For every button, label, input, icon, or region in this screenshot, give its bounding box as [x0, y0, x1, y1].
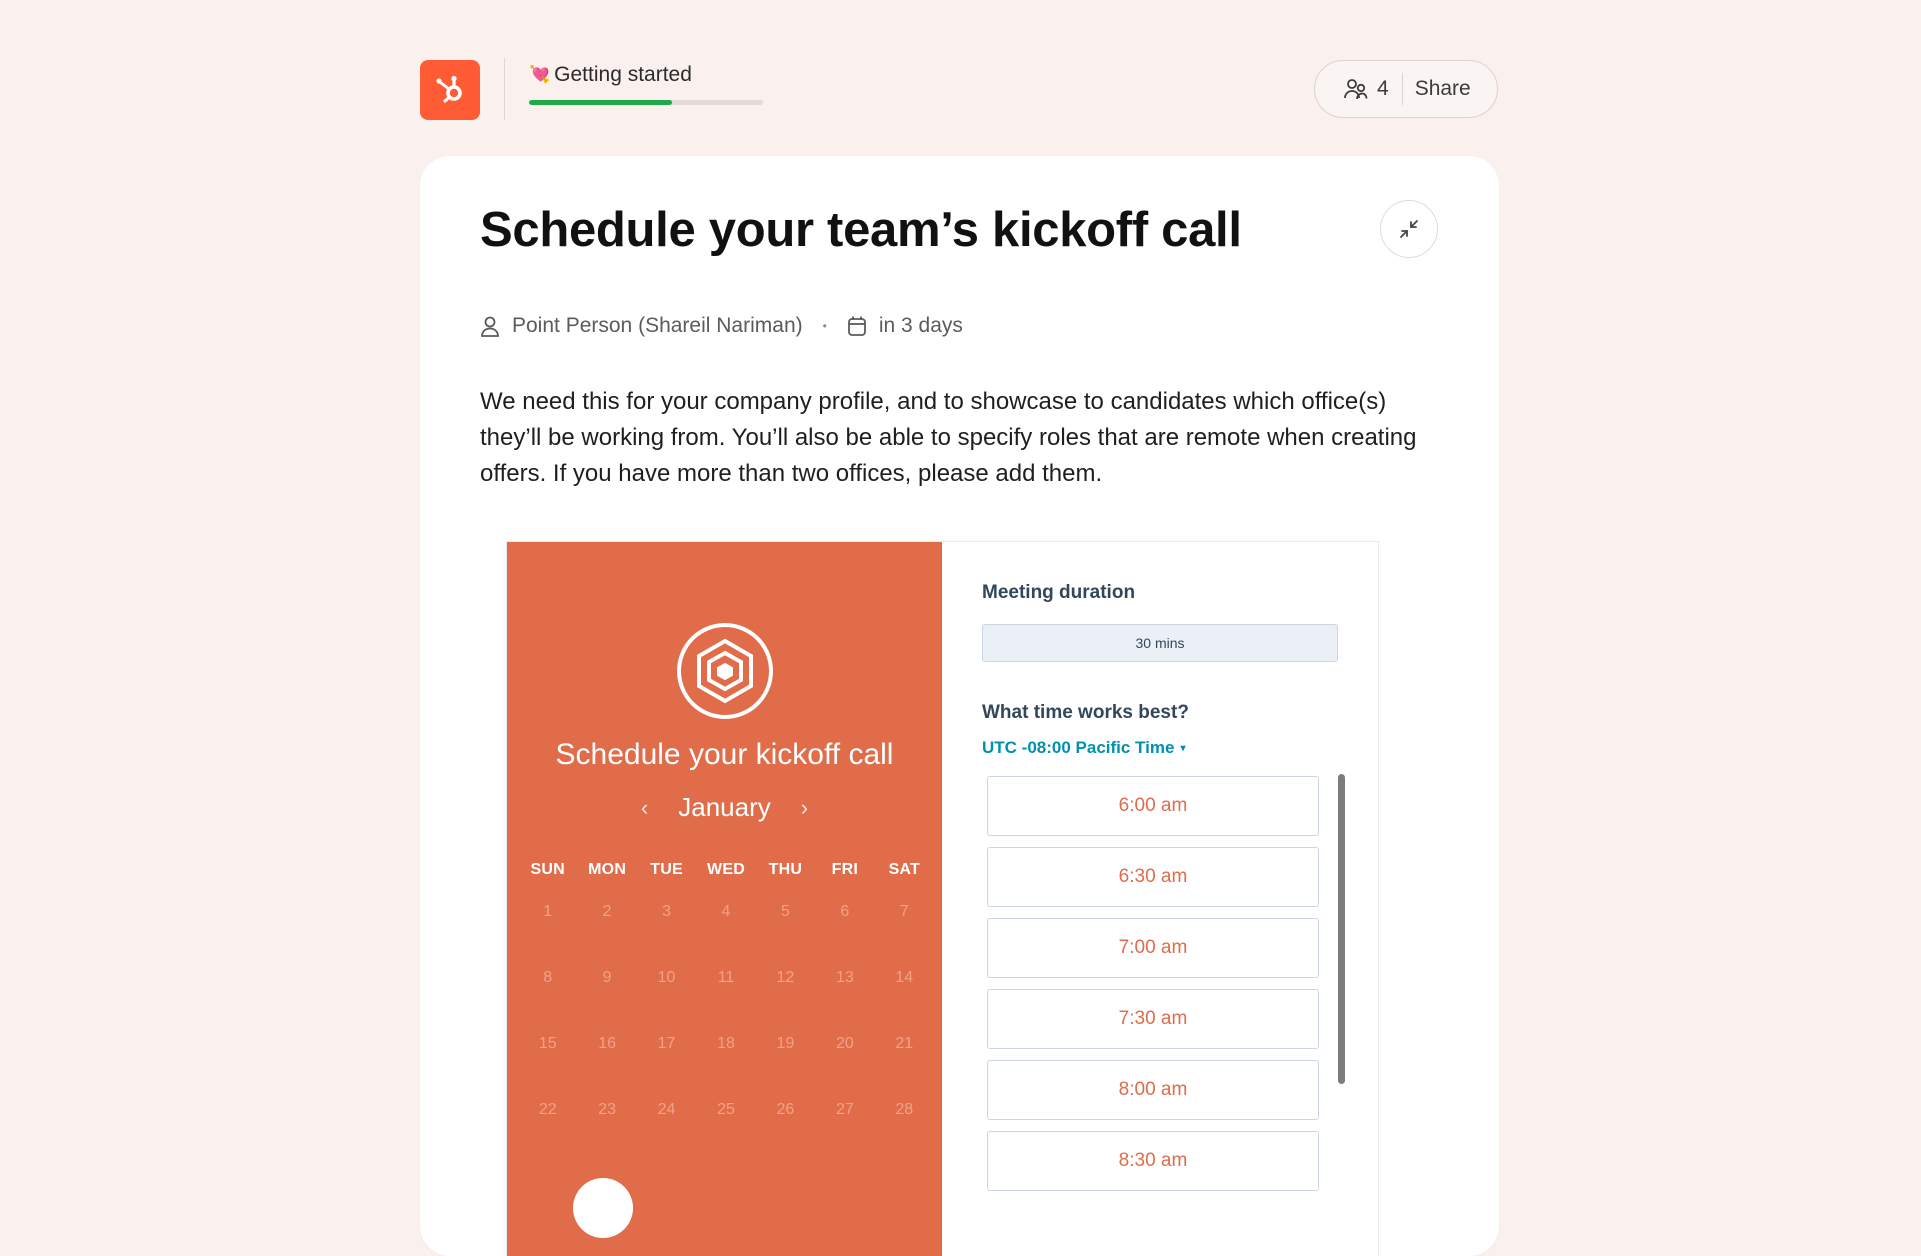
getting-started-label: Getting started [554, 63, 692, 86]
meeting-duration-label: Meeting duration [982, 582, 1136, 603]
time-slot-button[interactable]: 7:00 am [987, 918, 1319, 978]
person-icon [481, 316, 499, 337]
calendar-week: 22 23 24 25 26 27 28 [518, 1077, 934, 1143]
calendar-day[interactable]: 17 [637, 1035, 696, 1053]
calendar-day[interactable]: 20 [815, 1035, 874, 1053]
due-date[interactable]: in 3 days [879, 314, 963, 338]
calendar-day[interactable]: 12 [756, 969, 815, 987]
slots-scrollbar[interactable] [1338, 774, 1345, 1084]
calendar-day[interactable]: 2 [577, 903, 636, 921]
calendar-day[interactable]: 21 [875, 1035, 934, 1053]
calendar-day[interactable]: 16 [577, 1035, 636, 1053]
pill-divider [1401, 73, 1403, 105]
calendar-week: 8 9 10 11 12 13 14 [518, 945, 934, 1011]
calendar-day[interactable]: 5 [756, 903, 815, 921]
scheduler-options-panel: Meeting duration 30 mins What time works… [942, 542, 1378, 1256]
calendar-icon [847, 316, 866, 336]
calendar-day[interactable]: 24 [637, 1101, 696, 1119]
calendar-day[interactable]: 9 [577, 969, 636, 987]
scheduler-embed: Schedule your kickoff call ‹ January › S… [507, 542, 1378, 1256]
dow-fri: FRI [831, 861, 859, 878]
header-divider [504, 58, 505, 120]
calendar-day[interactable]: 27 [815, 1101, 874, 1119]
calendar-grid: SUN MON TUE WED THU FRI SAT 1 2 3 4 5 6 … [518, 861, 934, 1143]
scheduler-title: Schedule your kickoff call [555, 738, 894, 771]
calendar-day[interactable]: 18 [696, 1035, 755, 1053]
calendar-day[interactable]: 6 [815, 903, 874, 921]
dow-sun: SUN [530, 861, 565, 878]
timezone-label: UTC -08:00 Pacific Time [982, 738, 1175, 757]
task-title: Schedule your team’s kickoff call [480, 203, 1242, 257]
time-slot-button[interactable]: 8:00 am [987, 1060, 1319, 1120]
getting-started[interactable]: 💘 Getting started [529, 62, 763, 105]
selected-day-indicator[interactable] [573, 1178, 633, 1238]
members-button[interactable]: 4 [1315, 77, 1389, 101]
company-hexagon-icon [677, 623, 773, 719]
dow-mon: MON [588, 861, 627, 878]
progress-bar [529, 100, 763, 105]
collapse-icon [1400, 220, 1418, 238]
time-slot-button[interactable]: 6:00 am [987, 776, 1319, 836]
calendar-day[interactable]: 14 [875, 969, 934, 987]
progress-fill [529, 100, 672, 105]
duration-option[interactable]: 30 mins [982, 624, 1338, 662]
calendar-week: 1 2 3 4 5 6 7 [518, 879, 934, 945]
task-card: Schedule your team’s kickoff call Point … [420, 156, 1499, 1256]
task-description: We need this for your company profile, a… [480, 388, 1417, 487]
calendar-day[interactable]: 7 [875, 903, 934, 921]
calendar-day[interactable]: 22 [518, 1101, 577, 1119]
next-month-icon[interactable]: › [801, 795, 808, 821]
hubspot-logo[interactable] [420, 60, 480, 120]
time-slot-list: 6:00 am 6:30 am 7:00 am 7:30 am 8:00 am … [987, 776, 1319, 1202]
collapse-button[interactable] [1380, 200, 1438, 258]
users-icon [1344, 79, 1368, 100]
timezone-selector[interactable]: UTC -08:00 Pacific Time ▾ [982, 738, 1185, 758]
day-of-week-header: SUN MON TUE WED THU FRI SAT [518, 861, 934, 879]
dow-thu: THU [768, 861, 803, 878]
calendar-day[interactable]: 4 [696, 903, 755, 921]
dow-sat: SAT [888, 861, 920, 878]
time-slot-button[interactable]: 8:30 am [987, 1131, 1319, 1191]
calendar-day[interactable]: 11 [696, 969, 755, 987]
calendar-day[interactable]: 3 [637, 903, 696, 921]
calendar-day[interactable]: 8 [518, 969, 577, 987]
caret-down-icon: ▾ [1180, 742, 1186, 754]
scheduler-calendar-panel: Schedule your kickoff call ‹ January › S… [507, 542, 942, 1256]
calendar-day[interactable]: 10 [637, 969, 696, 987]
month-navigator: ‹ January › [507, 792, 942, 823]
calendar-day[interactable]: 1 [518, 903, 577, 921]
heart-arrow-icon: 💘 [529, 65, 551, 84]
calendar-day[interactable]: 13 [815, 969, 874, 987]
calendar-day[interactable]: 23 [577, 1101, 636, 1119]
time-slot-button[interactable]: 7:30 am [987, 989, 1319, 1049]
members-count: 4 [1377, 77, 1389, 100]
task-meta: Point Person (Shareil Nariman) • in 3 da… [480, 312, 963, 340]
calendar-day[interactable]: 25 [696, 1101, 755, 1119]
calendar-day[interactable]: 28 [875, 1101, 934, 1119]
share-button[interactable]: Share [1415, 77, 1471, 101]
assignee-name[interactable]: Point Person (Shareil Nariman) [512, 314, 803, 338]
dow-wed: WED [707, 861, 745, 878]
share-pill: 4 Share [1314, 60, 1498, 118]
time-question-label: What time works best? [982, 702, 1189, 723]
calendar-day[interactable]: 19 [756, 1035, 815, 1053]
calendar-day[interactable]: 15 [518, 1035, 577, 1053]
hubspot-sprocket-icon [436, 75, 462, 104]
prev-month-icon[interactable]: ‹ [641, 795, 648, 821]
dow-tue: TUE [650, 861, 683, 878]
meta-separator: • [822, 319, 827, 333]
month-label: January [678, 792, 771, 822]
time-slot-button[interactable]: 6:30 am [987, 847, 1319, 907]
calendar-week: 15 16 17 18 19 20 21 [518, 1011, 934, 1077]
calendar-day[interactable]: 26 [756, 1101, 815, 1119]
